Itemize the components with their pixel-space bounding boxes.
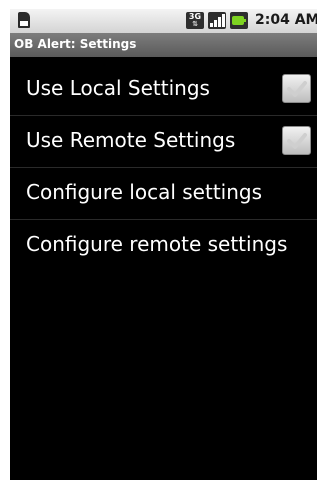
setting-label: Use Local Settings xyxy=(26,76,210,100)
status-bar: 3G ⇅ 2:04 AM xyxy=(10,9,317,33)
status-clock: 2:04 AM xyxy=(255,12,317,28)
setting-use-local[interactable]: Use Local Settings xyxy=(10,64,317,116)
3g-data-icon: 3G ⇅ xyxy=(186,12,204,29)
page-title: OB Alert: Settings xyxy=(14,37,137,51)
setting-label: Configure local settings xyxy=(26,180,263,204)
checkmark-icon xyxy=(287,133,307,149)
use-local-checkbox[interactable] xyxy=(282,74,311,103)
sd-card-icon xyxy=(18,12,30,28)
battery-charging-icon xyxy=(230,12,248,29)
setting-configure-remote[interactable]: Configure remote settings xyxy=(10,220,317,271)
signal-icon xyxy=(208,12,226,29)
checkmark-icon xyxy=(287,81,307,97)
setting-use-remote[interactable]: Use Remote Settings xyxy=(10,116,317,168)
use-remote-checkbox[interactable] xyxy=(282,126,311,155)
phone-screen: 3G ⇅ 2:04 AM OB Alert: Settings Use Loca… xyxy=(10,9,317,480)
app-title-bar: OB Alert: Settings xyxy=(10,33,317,57)
setting-label: Configure remote settings xyxy=(26,232,288,256)
setting-label: Use Remote Settings xyxy=(26,128,236,152)
setting-configure-local[interactable]: Configure local settings xyxy=(10,168,317,220)
settings-list: Use Local Settings Use Remote Settings C… xyxy=(10,64,317,271)
